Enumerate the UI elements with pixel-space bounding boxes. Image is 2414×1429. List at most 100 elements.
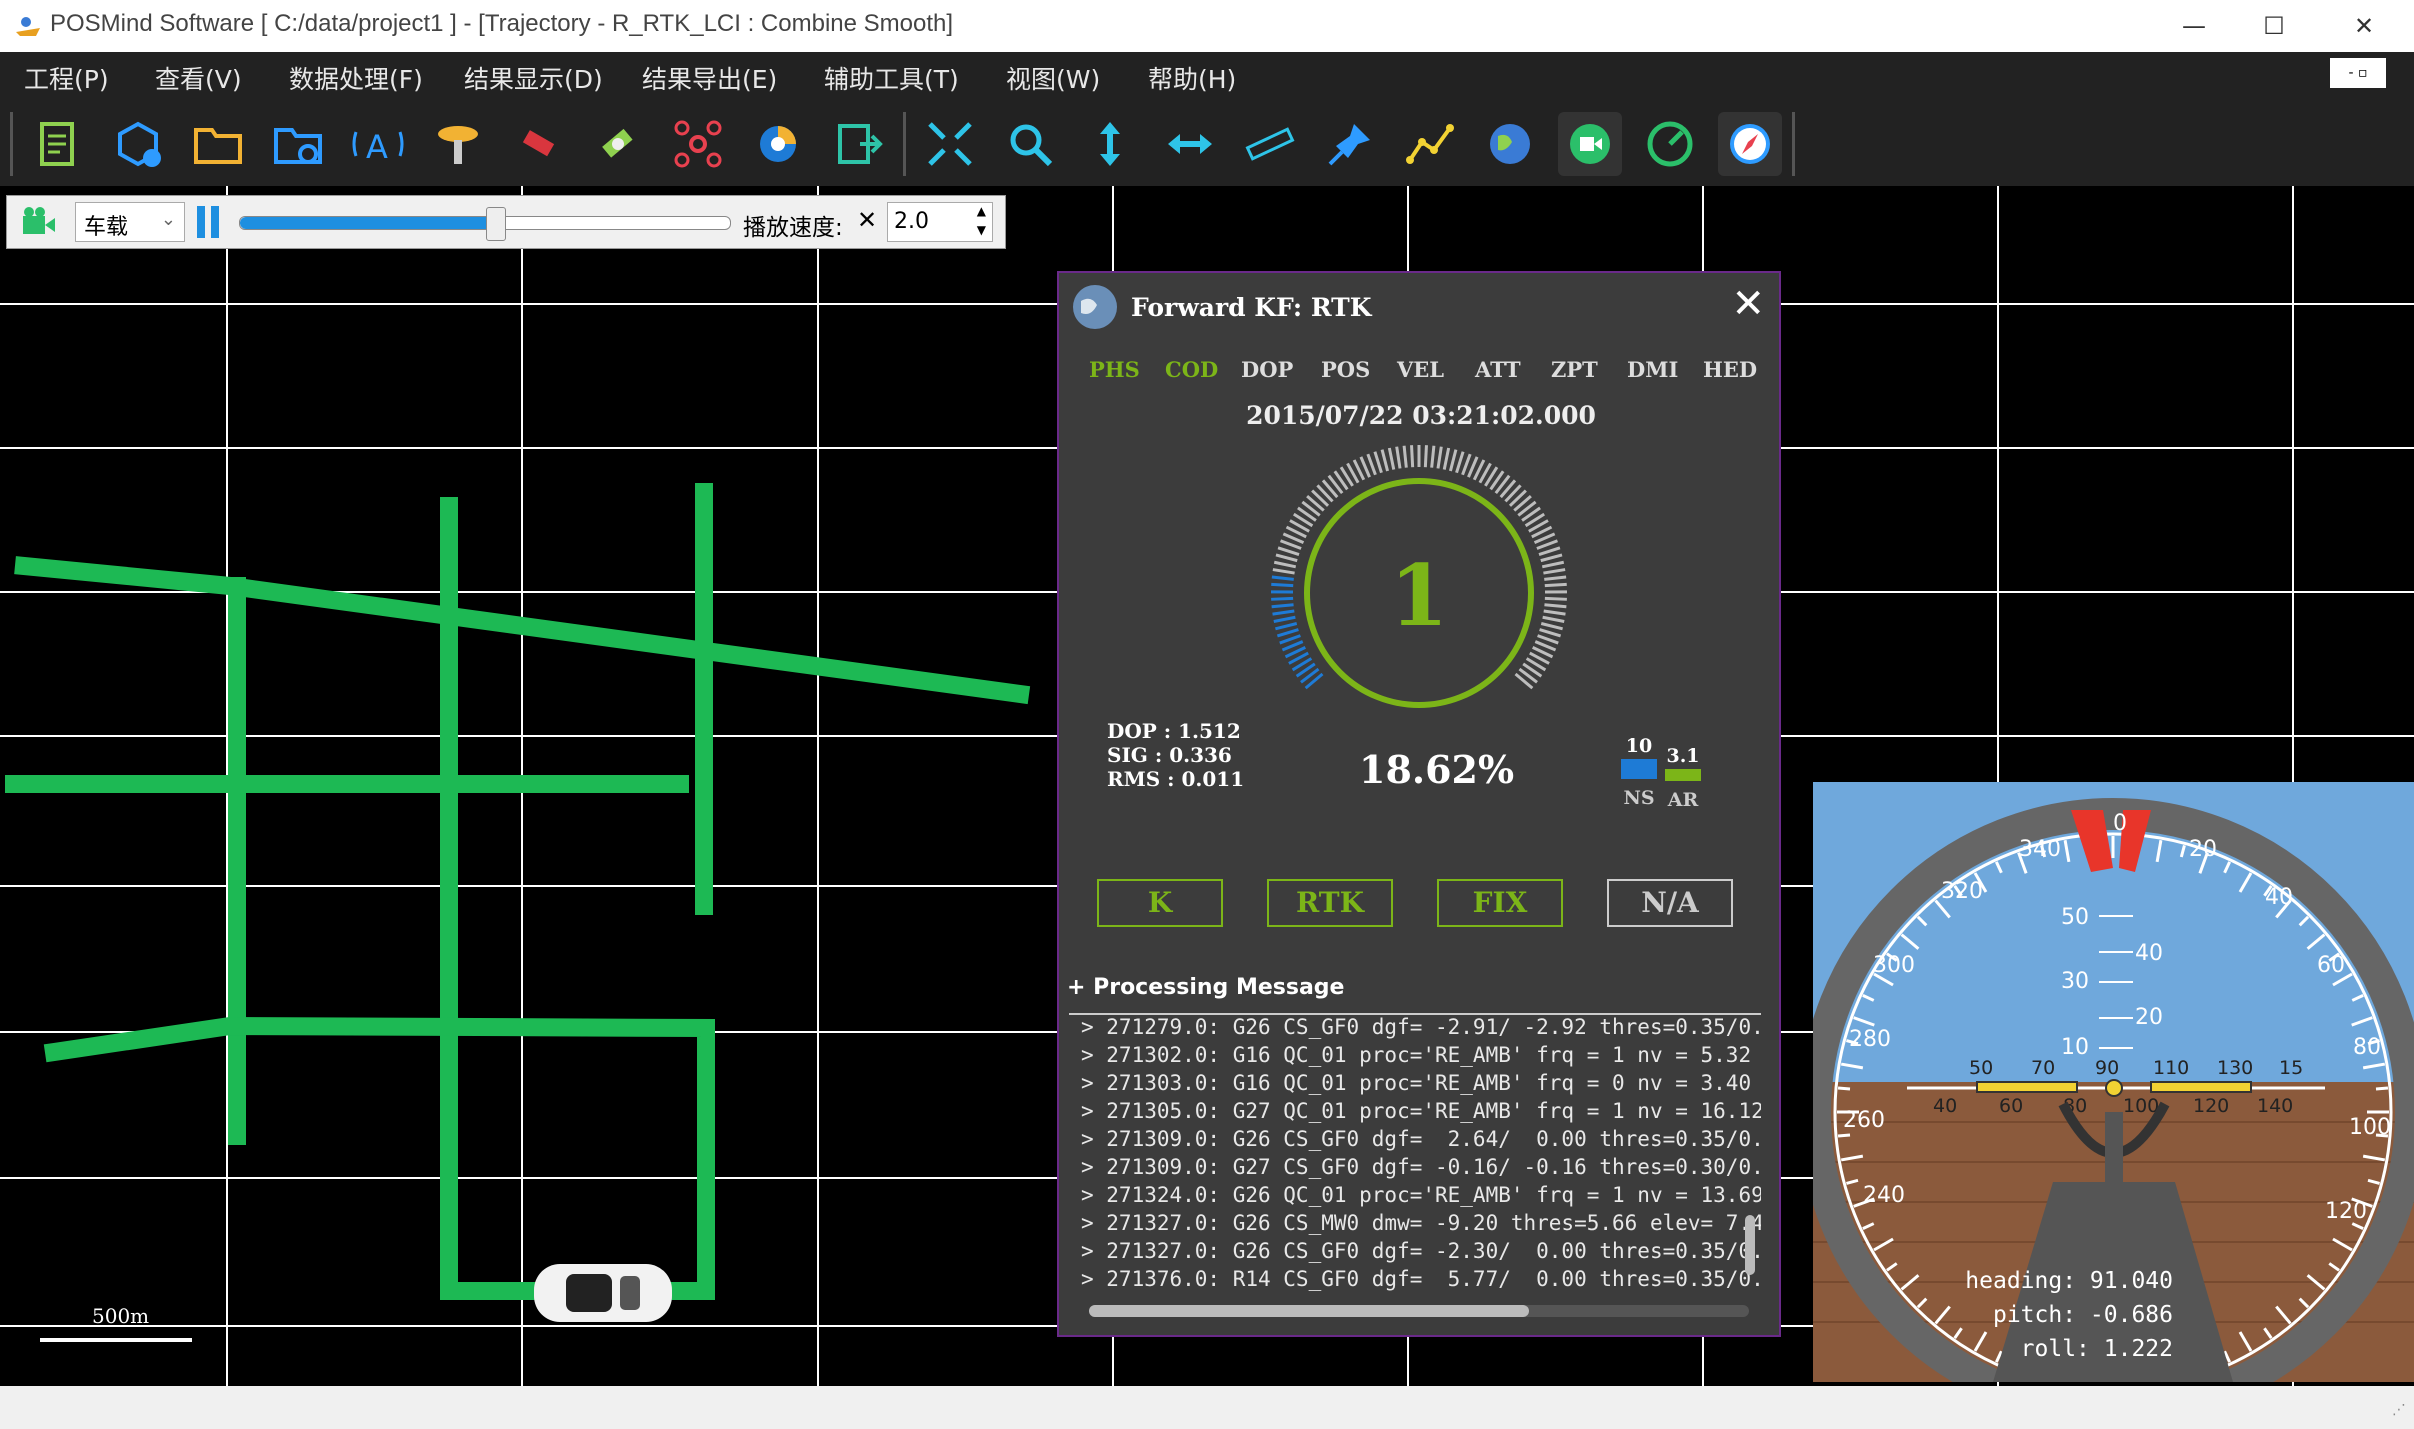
pause-button[interactable] (195, 206, 223, 238)
pin-icon[interactable] (1318, 112, 1382, 176)
menu-view[interactable]: 查看(V) (155, 60, 242, 96)
na-button[interactable]: N/A (1607, 879, 1733, 927)
playback-slider-handle[interactable] (485, 207, 506, 241)
tab-pos[interactable]: POS (1321, 357, 1370, 382)
tab-hed[interactable]: HED (1703, 357, 1757, 382)
tape-label: 140 (2257, 1095, 2293, 1117)
speed-spinbox[interactable]: 2.0 ▲ ▼ (887, 202, 993, 242)
speedometer-icon[interactable] (1638, 112, 1702, 176)
fit-extent-icon[interactable] (918, 112, 982, 176)
menu-result-display[interactable]: 结果显示(D) (464, 60, 603, 96)
processing-message-title[interactable]: + Processing Message (1067, 975, 1344, 1000)
menu-window[interactable]: 视图(W) (1006, 60, 1100, 96)
kf-panel: Forward KF: RTK ✕ PHS COD DOP POS VEL AT… (1057, 271, 1781, 1337)
spin-up-icon[interactable]: ▲ (977, 204, 986, 218)
gauge-tick (1448, 449, 1458, 472)
ruler-icon[interactable] (1238, 112, 1302, 176)
log-line: > 271305.0: G27 QC_01 proc='RE_AMB' frq … (1081, 1099, 1761, 1123)
tab-cod[interactable]: COD (1165, 357, 1218, 382)
menu-tools[interactable]: 辅助工具(T) (824, 60, 959, 96)
gnss-receiver-icon[interactable] (426, 112, 490, 176)
kf-datetime: 2015/07/22 03:21:02.000 (1246, 401, 1596, 430)
menu-result-export[interactable]: 结果导出(E) (642, 60, 777, 96)
tab-zpt[interactable]: ZPT (1551, 357, 1598, 382)
gauge-tick (1544, 582, 1567, 588)
drone-icon[interactable] (666, 112, 730, 176)
antenna-icon[interactable]: A (346, 112, 410, 176)
vertical-arrow-icon[interactable] (1078, 112, 1142, 176)
compass-label: 240 (1863, 1183, 1905, 1208)
log-horizontal-scrollbar[interactable] (1089, 1305, 1749, 1317)
tab-vel[interactable]: VEL (1397, 357, 1444, 382)
gauge-tick (1537, 634, 1559, 645)
menu-data-processing[interactable]: 数据处理(F) (289, 60, 423, 96)
folder-settings-icon[interactable] (266, 112, 330, 176)
kf-close-button[interactable]: ✕ (1731, 281, 1765, 327)
log-scrollbar-thumb[interactable] (1089, 1305, 1529, 1317)
gauge-tick (1276, 628, 1299, 638)
spin-down-icon[interactable]: ▼ (977, 223, 986, 237)
toolbar-grip (10, 112, 13, 176)
export-icon[interactable] (826, 112, 890, 176)
mdi-controls[interactable]: - ▫ (2330, 58, 2386, 88)
zoom-icon[interactable] (998, 112, 1062, 176)
minimize-button[interactable]: — (2164, 6, 2224, 46)
rtk-button[interactable]: RTK (1267, 879, 1393, 927)
menu-project[interactable]: 工程(P) (24, 60, 109, 96)
gauge-tick (1455, 451, 1465, 474)
pause-icon (197, 206, 205, 238)
tab-dop[interactable]: DOP (1241, 357, 1293, 382)
compass-label: 300 (1873, 953, 1915, 978)
horizontal-arrow-icon[interactable] (1158, 112, 1222, 176)
file-list-icon[interactable] (26, 112, 90, 176)
satellite-off-icon[interactable] (506, 112, 570, 176)
gauge-tick (1402, 445, 1408, 468)
tab-dmi[interactable]: DMI (1627, 357, 1678, 382)
gauge-tick (1395, 446, 1402, 469)
menu-bar: 工程(P) 查看(V) 数据处理(F) 结果显示(D) 结果导出(E) 辅助工具… (0, 52, 2414, 102)
dop-value: DOP : 1.512 (1107, 719, 1241, 743)
vehicle-icon (534, 1264, 672, 1322)
toolbar-separator (903, 112, 906, 176)
fix-button[interactable]: FIX (1437, 879, 1563, 927)
close-button[interactable]: ✕ (2334, 6, 2394, 46)
playback-slider[interactable] (239, 207, 731, 241)
tab-att[interactable]: ATT (1475, 357, 1521, 382)
folder-open-icon[interactable] (186, 112, 250, 176)
log-vertical-scrollbar[interactable] (1745, 1215, 1755, 1275)
kf-tabs: PHS COD DOP POS VEL ATT ZPT DMI HED (1059, 357, 1783, 397)
resize-grip-icon[interactable]: ⋰ (2392, 1402, 2406, 1418)
gauge-tick (1275, 622, 1298, 631)
line-chart-icon[interactable] (1398, 112, 1462, 176)
attitude-indicator: 340 0 20 40 60 80 100 120 240 260 280 30… (1813, 782, 2414, 1382)
compass-icon[interactable] (1718, 112, 1782, 176)
maximize-button[interactable]: ☐ (2244, 6, 2304, 46)
mode-select[interactable]: 车载 ⌄ (75, 202, 185, 242)
rms-value: RMS : 0.011 (1107, 767, 1245, 791)
gauge-tick (1436, 446, 1443, 469)
tab-phs[interactable]: PHS (1089, 357, 1140, 382)
tape-label: 60 (1999, 1095, 2023, 1117)
processing-log[interactable]: > 271279.0: G26 CS_GF0 dgf= -2.91/ -2.92… (1069, 1013, 1761, 1325)
tape-label: 40 (1933, 1095, 1957, 1117)
tape-label: 70 (2031, 1057, 2055, 1079)
k-button[interactable]: K (1097, 879, 1223, 927)
gauge-tick (1410, 445, 1415, 468)
tape-label: 120 (2193, 1095, 2229, 1117)
video-icon[interactable] (1558, 112, 1622, 176)
pitch-readout: pitch: -0.686 (1992, 1302, 2173, 1328)
status-bar: ⋰ (0, 1386, 2414, 1429)
cube-add-icon[interactable] (106, 112, 170, 176)
gauge-tick (1272, 609, 1295, 616)
log-line: > 271376.0: R14 CS_GF0 dgf= 5.77/ 0.00 t… (1081, 1267, 1761, 1291)
log-line: > 271302.0: G16 QC_01 proc='RE_AMB' frq … (1081, 1043, 1761, 1067)
menu-help[interactable]: 帮助(H) (1148, 60, 1236, 96)
pie-chart-icon[interactable] (746, 112, 810, 176)
compass-tick (1837, 1133, 1851, 1138)
tape-label: 90 (2095, 1057, 2119, 1079)
satellite-icon[interactable] (586, 112, 650, 176)
compass-label: 100 (2349, 1115, 2391, 1140)
tape-label: 50 (1969, 1057, 1993, 1079)
tape-label: 130 (2217, 1057, 2253, 1079)
globe-icon[interactable] (1478, 112, 1542, 176)
